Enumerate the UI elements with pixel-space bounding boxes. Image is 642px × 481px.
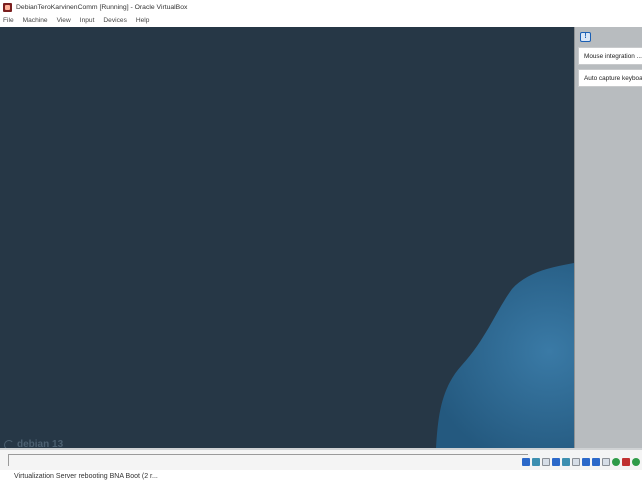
status-icon-tray xyxy=(522,458,642,466)
menu-bar: File Machine View Input Devices Help xyxy=(0,14,642,27)
info-icon[interactable]: ! xyxy=(580,32,591,42)
notification-center-panel: ! Mouse integration ... Auto capture key… xyxy=(574,27,642,454)
keyboard-icon[interactable] xyxy=(602,458,610,466)
virtualbox-app-icon xyxy=(3,2,12,12)
bottom-caption: Virtualization Server rebooting BNA Boot… xyxy=(14,473,158,480)
host-key-icon[interactable] xyxy=(632,458,640,466)
menu-file[interactable]: File xyxy=(3,17,14,24)
menu-input[interactable]: Input xyxy=(80,17,95,24)
mouse-icon[interactable] xyxy=(612,458,620,466)
optical-drive-icon[interactable] xyxy=(532,458,540,466)
video-capture-icon[interactable] xyxy=(592,458,600,466)
status-message-area xyxy=(8,454,528,466)
status-bar xyxy=(0,450,642,470)
notification-mouse-integration[interactable]: Mouse integration ... xyxy=(578,47,642,65)
usb-icon[interactable] xyxy=(562,458,570,466)
virtualbox-window: DebianTeroKarvinenComm [Running] - Oracl… xyxy=(0,0,642,481)
debian-logo: debian 13 xyxy=(4,439,63,448)
cpu-icon[interactable] xyxy=(622,458,630,466)
debian-swirl-icon xyxy=(4,439,14,448)
menu-machine[interactable]: Machine xyxy=(23,17,48,24)
notification-auto-capture-keyboard[interactable]: Auto capture keyboa xyxy=(578,69,642,87)
menu-help[interactable]: Help xyxy=(136,17,150,24)
desktop-wallpaper-wave xyxy=(436,255,642,448)
menu-devices[interactable]: Devices xyxy=(103,17,126,24)
audio-icon[interactable] xyxy=(542,458,550,466)
display-icon[interactable] xyxy=(582,458,590,466)
network-icon[interactable] xyxy=(552,458,560,466)
menu-view[interactable]: View xyxy=(57,17,71,24)
shared-folders-icon[interactable] xyxy=(572,458,580,466)
title-bar: DebianTeroKarvinenComm [Running] - Oracl… xyxy=(0,0,642,14)
window-title: DebianTeroKarvinenComm [Running] - Oracl… xyxy=(16,3,188,11)
debian-version-label: debian 13 xyxy=(17,439,64,448)
vm-display[interactable]: debian 13 xyxy=(0,27,642,448)
hard-disk-icon[interactable] xyxy=(522,458,530,466)
